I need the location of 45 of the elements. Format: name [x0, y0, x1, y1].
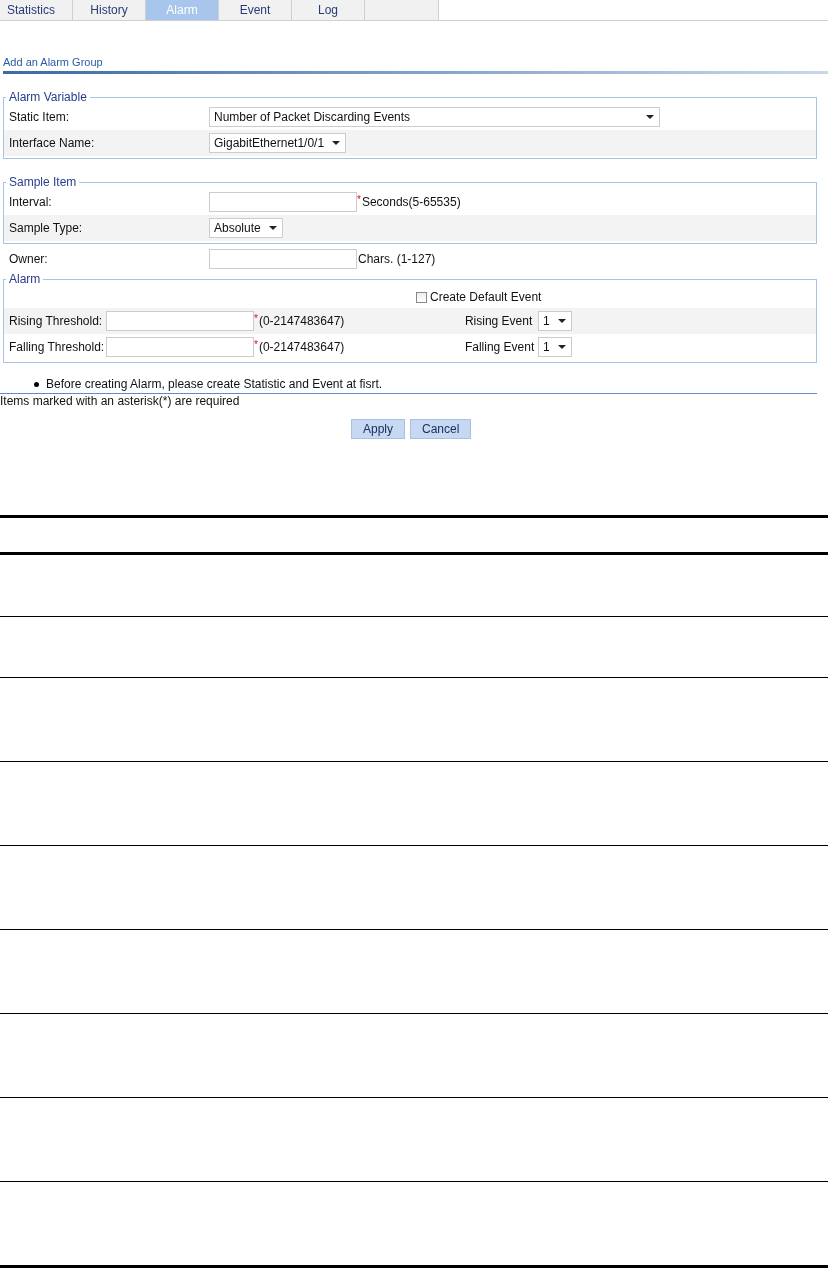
- caret-icon: [646, 115, 654, 119]
- dropdown[interactable]: Absolute: [209, 218, 283, 238]
- dropdown[interactable]: 1: [537, 311, 572, 331]
- group-legend: Alarm Variable: [6, 90, 90, 104]
- caret-icon: [557, 345, 566, 349]
- field-hint: (0-2147483647): [258, 340, 346, 354]
- group-legend: Alarm: [6, 272, 44, 286]
- field-label: Falling Event: [464, 340, 536, 354]
- group-legend: Sample Item: [6, 175, 80, 189]
- dropdown[interactable]: GigabitEthernet1/0/1: [209, 133, 347, 153]
- tab[interactable]: Event: [219, 0, 292, 20]
- required-mark: *: [254, 339, 258, 350]
- dropdown[interactable]: 1: [537, 337, 572, 357]
- caret-icon: [268, 226, 277, 230]
- checkbox-label: Create Default Event: [430, 290, 542, 304]
- required-note: Items marked with an asterisk(*) are required: [0, 394, 241, 408]
- field-label: Rising Event: [464, 314, 534, 328]
- field-hint: Chars. (1-127): [358, 252, 436, 266]
- field-label: Interval:: [9, 195, 53, 209]
- field-label: Static Item:: [9, 110, 71, 124]
- field-hint: (0-2147483647): [258, 314, 346, 328]
- tab[interactable]: Log: [292, 0, 365, 20]
- input-field[interactable]: [106, 337, 254, 357]
- tab[interactable]: History: [73, 0, 146, 20]
- note-text: Before creating Alarm, please create Statistic and Event at fisrt.: [46, 377, 383, 391]
- checkbox[interactable]: [416, 291, 427, 303]
- tab[interactable]: Statistics: [0, 0, 73, 20]
- field-label: Falling Threshold:: [9, 340, 106, 354]
- dropdown[interactable]: Number of Packet Discarding Events: [209, 107, 660, 127]
- section-title: Add an Alarm Group: [3, 56, 104, 68]
- caret-icon: [557, 319, 566, 323]
- field-label: Owner:: [9, 252, 49, 266]
- field-label: Sample Type:: [9, 221, 84, 235]
- field-label: Interface Name:: [9, 136, 96, 150]
- required-mark: *: [254, 313, 258, 324]
- action-button[interactable]: Cancel: [410, 419, 472, 439]
- action-button[interactable]: Apply: [351, 419, 406, 439]
- bullet-icon: [34, 381, 39, 387]
- input-field[interactable]: [209, 249, 357, 269]
- required-mark: *: [357, 194, 361, 205]
- input-field[interactable]: [106, 311, 254, 331]
- field-label: Rising Threshold:: [9, 314, 104, 328]
- field-hint: Seconds(5-65535): [361, 195, 461, 209]
- caret-icon: [332, 141, 341, 145]
- input-field[interactable]: [209, 192, 357, 212]
